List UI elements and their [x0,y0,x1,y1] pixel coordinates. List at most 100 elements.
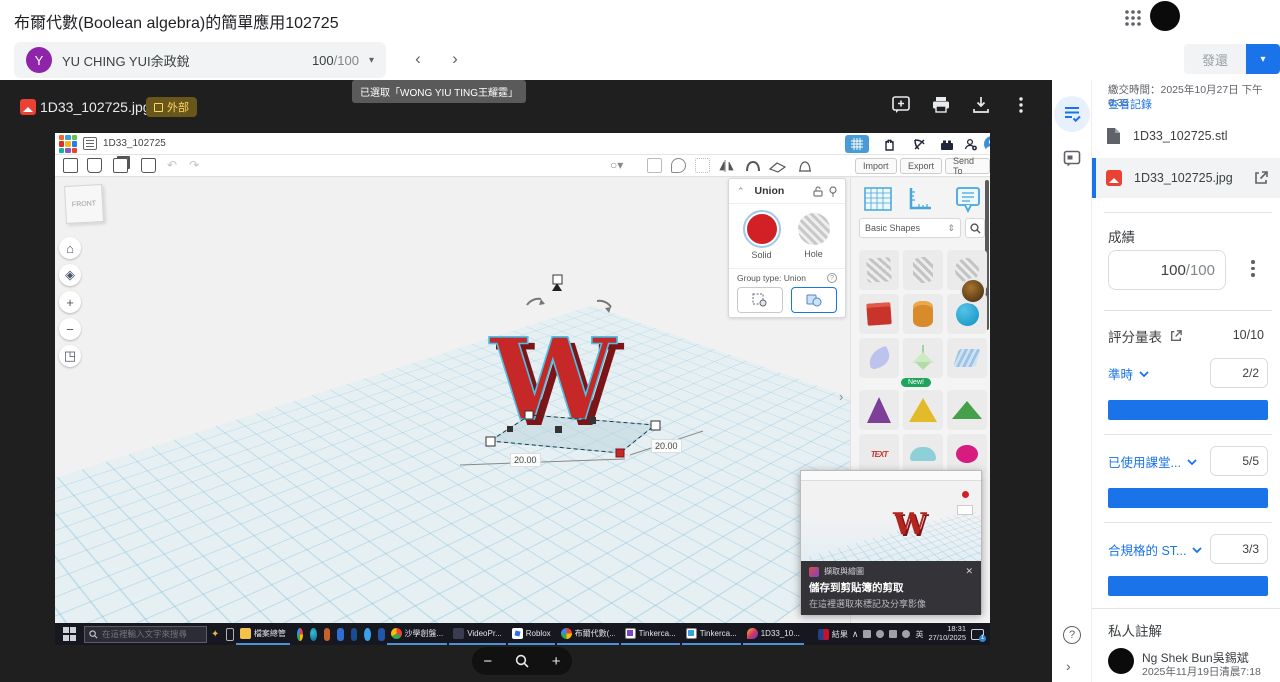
file-row-stl[interactable]: 1D33_102725.stl [1092,118,1280,154]
shape-roof[interactable] [947,390,987,430]
criterion-1-label[interactable]: 準時 [1108,364,1149,383]
file-row-jpg-selected[interactable]: 1D33_102725.jpg [1092,158,1280,198]
panel-collapse-chevron[interactable]: › [839,389,843,404]
shape-cylinder[interactable] [903,294,943,334]
snip-notification[interactable]: 擷取與繪圖 ✕ 儲存到剪貼簿的剪取 在這裡選取來標記及分享影像 [801,561,981,615]
tray-icon-3[interactable] [889,630,897,638]
taskbar-app-4[interactable]: Tinkerca... [621,623,680,645]
tray-expand-icon[interactable]: ∧ [852,629,859,640]
criterion-1-score[interactable]: 2/2 [1210,358,1268,388]
edge-icon[interactable] [310,628,317,641]
app-blue-2-icon[interactable] [364,628,371,641]
app-blue-3-icon[interactable] [378,628,385,641]
group-icon [647,158,662,173]
selected-student-tooltip: 已選取「WONG YIU TING王耀霆」 [352,80,526,103]
shape-box-hole[interactable] [859,250,899,290]
taskbar-app-0[interactable]: 沙學創盤... [387,623,448,645]
tray-icon-2[interactable] [876,630,884,638]
solid-label: Solid [745,250,779,260]
taskbar-file-explorer[interactable]: 檔案總管 [236,623,290,645]
zoom-in-button[interactable]: + [552,654,561,669]
return-button[interactable]: 發還 [1184,44,1246,74]
open-in-new-icon[interactable] [1170,330,1182,342]
shape-spinner-top[interactable] [903,338,943,378]
comment-bank-tab[interactable] [1063,150,1081,168]
duplicate-icon [113,158,128,173]
taskbar-search-input[interactable] [102,629,202,639]
help-icon[interactable]: ? [827,273,837,283]
collapse-icon[interactable]: ⌃ [737,186,745,197]
google-apps-icon[interactable] [1122,7,1144,29]
assignment-title: 布爾代數(Boolean algebra)的簡單應用102725 [14,9,339,33]
chevron-down-icon[interactable]: ▾ [369,55,374,66]
view-cube: FRONT [64,184,104,224]
shape-cylinder-hole[interactable] [903,250,943,290]
close-icon[interactable]: ✕ [965,566,973,577]
3d-designs-icon [845,135,869,153]
shape-box[interactable] [859,294,899,334]
store-icon[interactable] [324,628,331,641]
tray-icon-4[interactable] [902,630,910,638]
lightbulb-icon[interactable] [829,186,837,197]
notes-sketch-icon[interactable] [955,186,981,214]
add-comment-icon[interactable] [892,96,910,114]
group-mode-2-button[interactable] [791,287,837,313]
dimension-width: 20.00 [510,453,541,467]
solid-option[interactable]: Solid [745,212,779,260]
taskbar-app-7[interactable]: 結果 [814,623,852,645]
taskbar-app-5[interactable]: Tinkerca... [682,623,741,645]
grading-tab[interactable] [1054,96,1090,132]
taskbar-app-2[interactable]: Roblox [508,623,555,645]
criterion-3-label[interactable]: 合規格的 ST... [1108,540,1202,559]
task-view-icon[interactable] [226,628,234,641]
student-grade: 100/100 [312,53,359,68]
prev-student-button[interactable]: ‹ [405,46,431,72]
open-in-new-icon[interactable] [1254,171,1268,185]
tray-icon-1[interactable] [863,630,871,638]
workplane-sketch-icon[interactable] [863,186,893,212]
ruler-sketch-icon[interactable] [907,186,933,212]
magnifier-icon[interactable] [515,654,529,668]
help-icon[interactable]: ? [1063,626,1081,644]
shape-cone[interactable] [859,390,899,430]
taskbar-clock[interactable]: 18:31 27/10/2025 [928,625,966,642]
taskbar-app-3[interactable]: 布爾代數(... [557,623,619,645]
shape-text[interactable]: TEXT [859,434,899,474]
hole-option[interactable]: Hole [798,212,830,260]
shape-round[interactable] [947,434,987,474]
shape-category-dropdown[interactable]: Basic Shapes ⇕ [859,218,961,238]
criterion-3-score[interactable]: 3/3 [1210,534,1268,564]
taskbar-app-6[interactable]: 1D33_10... [743,623,804,645]
unlock-icon[interactable] [813,186,823,197]
zoom-out-button[interactable]: − [483,654,492,669]
grade-total: /100 [334,53,359,68]
photos-icon[interactable] [337,628,344,641]
shape-half-sphere[interactable] [903,434,943,474]
return-dropdown-button[interactable]: ▾ [1246,44,1280,74]
download-icon[interactable] [972,96,990,114]
student-selector[interactable]: Y YU CHING YUI余政銳 100/100 ▾ [14,42,386,78]
view-history-link[interactable]: 查看記錄 [1108,96,1152,112]
grade-more-icon[interactable] [1244,260,1262,280]
action-center-icon[interactable] [971,629,984,640]
chrome-icon[interactable] [297,628,304,641]
account-avatar[interactable] [1150,1,1180,31]
print-icon[interactable] [932,96,950,114]
grade-input[interactable]: 100/100 [1108,250,1226,290]
shape-paraboloid[interactable] [859,338,899,378]
collapse-sidebar-chevron[interactable]: › [1066,658,1071,674]
shape-scribble[interactable] [947,338,987,378]
next-student-button[interactable]: › [442,46,468,72]
file-preview-area: 1D33_102725.jpg 外部 已選取「WONG YIU TING王耀霆」 [0,80,1052,682]
criterion-2-score[interactable]: 5/5 [1210,446,1268,476]
shape-search-button[interactable] [965,218,985,238]
ime-language[interactable]: 英 [915,629,923,640]
taskbar-app-1[interactable]: VideoPr... [449,623,506,645]
shape-pyramid[interactable] [903,390,943,430]
taskbar-search[interactable] [84,626,207,643]
app-blue-1-icon[interactable] [351,628,358,641]
start-button[interactable] [63,627,76,641]
more-vert-icon[interactable] [1012,96,1030,114]
copilot-sparkle-icon[interactable]: ✦ [211,629,219,640]
criterion-2-label[interactable]: 已使用課堂... [1108,452,1197,471]
